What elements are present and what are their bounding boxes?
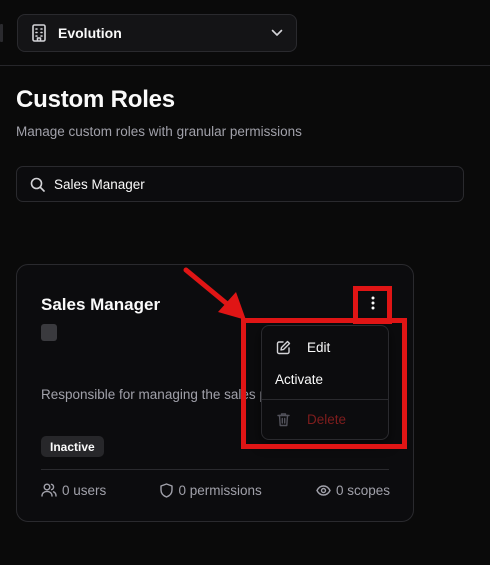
menu-divider [262, 399, 388, 400]
menu-item-delete[interactable]: Delete [266, 405, 385, 433]
role-actions-menu: Edit Activate Delete [261, 325, 389, 440]
users-icon [41, 483, 57, 497]
scopes-stat: 0 scopes [316, 483, 390, 498]
page-subtitle: Manage custom roles with granular permis… [16, 124, 302, 139]
role-stats: 0 users 0 permissions 0 scopes [41, 481, 390, 499]
permissions-count: 0 permissions [178, 482, 262, 498]
scopes-count: 0 scopes [335, 482, 390, 498]
search-icon [29, 176, 45, 192]
permissions-stat: 0 permissions [160, 482, 262, 498]
search-box[interactable] [16, 166, 464, 202]
users-count: 0 users [62, 482, 107, 498]
menu-item-edit[interactable]: Edit [266, 333, 385, 361]
page-title: Custom Roles [16, 86, 175, 113]
role-title: Sales Manager [41, 295, 161, 314]
menu-item-edit-label: Edit [307, 339, 331, 355]
organization-selector[interactable]: Evolution [17, 14, 297, 52]
menu-item-delete-label: Delete [307, 411, 347, 427]
chevron-down-icon [270, 26, 284, 40]
building-icon [30, 24, 48, 42]
top-bar: Evolution [0, 0, 490, 66]
organization-name: Evolution [58, 25, 122, 41]
eye-icon [316, 484, 331, 496]
sidebar-toggle[interactable] [0, 24, 3, 42]
more-vertical-icon [371, 296, 375, 315]
role-description: Responsible for managing the sales perfo… [41, 387, 281, 402]
trash-icon [275, 411, 291, 427]
edit-icon [275, 339, 291, 355]
users-stat: 0 users [41, 483, 106, 498]
more-actions-button[interactable] [361, 293, 385, 317]
menu-item-activate-label: Activate [275, 371, 324, 387]
search-input[interactable] [54, 176, 434, 192]
status-badge: Inactive [41, 436, 104, 457]
shield-icon [160, 482, 174, 498]
card-divider [41, 469, 389, 470]
role-color-swatch [41, 324, 57, 341]
menu-item-activate[interactable]: Activate [266, 365, 385, 393]
